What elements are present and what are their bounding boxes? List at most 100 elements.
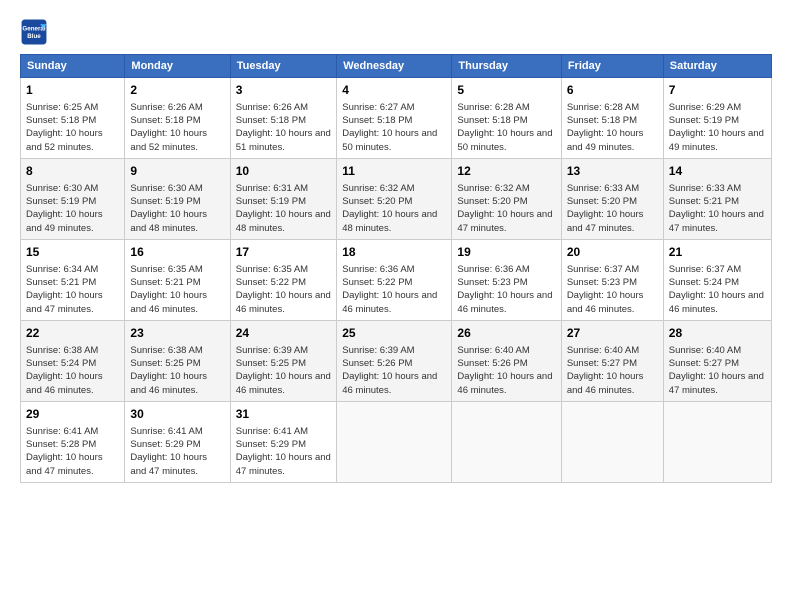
day-number: 19 <box>457 244 555 261</box>
sunrise-text: Sunrise: 6:26 AM <box>236 101 331 114</box>
daylight-text: Daylight: 10 hours and 49 minutes. <box>567 127 658 154</box>
daylight-text: Daylight: 10 hours and 49 minutes. <box>669 127 766 154</box>
day-number: 7 <box>669 82 766 99</box>
calendar-cell: 23Sunrise: 6:38 AMSunset: 5:25 PMDayligh… <box>125 320 230 401</box>
day-number: 2 <box>130 82 224 99</box>
sunset-text: Sunset: 5:20 PM <box>342 195 446 208</box>
daylight-text: Daylight: 10 hours and 46 minutes. <box>342 289 446 316</box>
day-number: 29 <box>26 406 119 423</box>
daylight-text: Daylight: 10 hours and 46 minutes. <box>567 370 658 397</box>
day-header-wednesday: Wednesday <box>337 55 452 78</box>
daylight-text: Daylight: 10 hours and 47 minutes. <box>669 208 766 235</box>
day-number: 12 <box>457 163 555 180</box>
day-number: 21 <box>669 244 766 261</box>
calendar-cell: 31Sunrise: 6:41 AMSunset: 5:29 PMDayligh… <box>230 401 336 482</box>
day-number: 6 <box>567 82 658 99</box>
calendar-cell: 17Sunrise: 6:35 AMSunset: 5:22 PMDayligh… <box>230 239 336 320</box>
calendar-cell: 18Sunrise: 6:36 AMSunset: 5:22 PMDayligh… <box>337 239 452 320</box>
sunset-text: Sunset: 5:19 PM <box>236 195 331 208</box>
daylight-text: Daylight: 10 hours and 50 minutes. <box>342 127 446 154</box>
logo-icon: General Blue <box>20 18 48 46</box>
day-number: 3 <box>236 82 331 99</box>
daylight-text: Daylight: 10 hours and 48 minutes. <box>236 208 331 235</box>
sunrise-text: Sunrise: 6:35 AM <box>130 263 224 276</box>
sunrise-text: Sunrise: 6:41 AM <box>130 425 224 438</box>
day-number: 9 <box>130 163 224 180</box>
sunset-text: Sunset: 5:18 PM <box>567 114 658 127</box>
calendar-cell: 15Sunrise: 6:34 AMSunset: 5:21 PMDayligh… <box>21 239 125 320</box>
sunrise-text: Sunrise: 6:39 AM <box>342 344 446 357</box>
daylight-text: Daylight: 10 hours and 52 minutes. <box>130 127 224 154</box>
calendar-cell: 30Sunrise: 6:41 AMSunset: 5:29 PMDayligh… <box>125 401 230 482</box>
sunrise-text: Sunrise: 6:28 AM <box>567 101 658 114</box>
daylight-text: Daylight: 10 hours and 47 minutes. <box>236 451 331 478</box>
week-row-3: 15Sunrise: 6:34 AMSunset: 5:21 PMDayligh… <box>21 239 772 320</box>
daylight-text: Daylight: 10 hours and 46 minutes. <box>26 370 119 397</box>
sunset-text: Sunset: 5:18 PM <box>236 114 331 127</box>
sunset-text: Sunset: 5:18 PM <box>26 114 119 127</box>
sunrise-text: Sunrise: 6:33 AM <box>669 182 766 195</box>
daylight-text: Daylight: 10 hours and 46 minutes. <box>342 370 446 397</box>
calendar-cell: 3 Sunrise: 6:26 AMSunset: 5:18 PMDaylight… <box>230 78 336 159</box>
daylight-text: Daylight: 10 hours and 46 minutes. <box>236 289 331 316</box>
sunrise-text: Sunrise: 6:27 AM <box>342 101 446 114</box>
sunrise-text: Sunrise: 6:31 AM <box>236 182 331 195</box>
sunset-text: Sunset: 5:18 PM <box>130 114 224 127</box>
sunset-text: Sunset: 5:26 PM <box>457 357 555 370</box>
sunset-text: Sunset: 5:18 PM <box>342 114 446 127</box>
calendar-cell: 10Sunrise: 6:31 AMSunset: 5:19 PMDayligh… <box>230 158 336 239</box>
sunrise-text: Sunrise: 6:37 AM <box>669 263 766 276</box>
day-number: 18 <box>342 244 446 261</box>
sunset-text: Sunset: 5:25 PM <box>130 357 224 370</box>
header-row: SundayMondayTuesdayWednesdayThursdayFrid… <box>21 55 772 78</box>
calendar-cell <box>663 401 771 482</box>
sunrise-text: Sunrise: 6:28 AM <box>457 101 555 114</box>
week-row-4: 22Sunrise: 6:38 AMSunset: 5:24 PMDayligh… <box>21 320 772 401</box>
calendar-table: SundayMondayTuesdayWednesdayThursdayFrid… <box>20 54 772 483</box>
sunset-text: Sunset: 5:21 PM <box>669 195 766 208</box>
day-header-tuesday: Tuesday <box>230 55 336 78</box>
day-number: 25 <box>342 325 446 342</box>
daylight-text: Daylight: 10 hours and 51 minutes. <box>236 127 331 154</box>
page: General Blue SundayMondayTuesdayWednesda… <box>0 0 792 612</box>
calendar-cell: 25 Sunrise: 6:39 AMSunset: 5:26 PMDayligh… <box>337 320 452 401</box>
daylight-text: Daylight: 10 hours and 47 minutes. <box>567 208 658 235</box>
calendar-cell: 16Sunrise: 6:35 AMSunset: 5:21 PMDayligh… <box>125 239 230 320</box>
sunset-text: Sunset: 5:28 PM <box>26 438 119 451</box>
sunset-text: Sunset: 5:27 PM <box>567 357 658 370</box>
daylight-text: Daylight: 10 hours and 48 minutes. <box>342 208 446 235</box>
day-number: 14 <box>669 163 766 180</box>
svg-text:Blue: Blue <box>27 33 41 40</box>
sunrise-text: Sunrise: 6:36 AM <box>457 263 555 276</box>
calendar-cell: 6 Sunrise: 6:28 AMSunset: 5:18 PMDaylight… <box>561 78 663 159</box>
sunrise-text: Sunrise: 6:41 AM <box>236 425 331 438</box>
daylight-text: Daylight: 10 hours and 47 minutes. <box>26 289 119 316</box>
sunset-text: Sunset: 5:29 PM <box>236 438 331 451</box>
sunrise-text: Sunrise: 6:30 AM <box>130 182 224 195</box>
sunrise-text: Sunrise: 6:41 AM <box>26 425 119 438</box>
daylight-text: Daylight: 10 hours and 47 minutes. <box>130 451 224 478</box>
daylight-text: Daylight: 10 hours and 46 minutes. <box>130 370 224 397</box>
sunrise-text: Sunrise: 6:40 AM <box>567 344 658 357</box>
sunset-text: Sunset: 5:26 PM <box>342 357 446 370</box>
sunrise-text: Sunrise: 6:35 AM <box>236 263 331 276</box>
calendar-cell: 4Sunrise: 6:27 AMSunset: 5:18 PMDaylight… <box>337 78 452 159</box>
day-number: 26 <box>457 325 555 342</box>
sunrise-text: Sunrise: 6:38 AM <box>26 344 119 357</box>
sunset-text: Sunset: 5:24 PM <box>669 276 766 289</box>
calendar-cell: 14 Sunrise: 6:33 AMSunset: 5:21 PMDayligh… <box>663 158 771 239</box>
sunrise-text: Sunrise: 6:36 AM <box>342 263 446 276</box>
daylight-text: Daylight: 10 hours and 46 minutes. <box>130 289 224 316</box>
calendar-cell: 19Sunrise: 6:36 AMSunset: 5:23 PMDayligh… <box>452 239 561 320</box>
day-header-thursday: Thursday <box>452 55 561 78</box>
sunrise-text: Sunrise: 6:30 AM <box>26 182 119 195</box>
daylight-text: Daylight: 10 hours and 46 minutes. <box>236 370 331 397</box>
calendar-cell: 28Sunrise: 6:40 AMSunset: 5:27 PMDayligh… <box>663 320 771 401</box>
sunrise-text: Sunrise: 6:39 AM <box>236 344 331 357</box>
day-number: 27 <box>567 325 658 342</box>
header: General Blue <box>20 18 772 46</box>
calendar-cell: 11Sunrise: 6:32 AMSunset: 5:20 PMDayligh… <box>337 158 452 239</box>
sunset-text: Sunset: 5:20 PM <box>457 195 555 208</box>
daylight-text: Daylight: 10 hours and 47 minutes. <box>669 370 766 397</box>
day-header-saturday: Saturday <box>663 55 771 78</box>
